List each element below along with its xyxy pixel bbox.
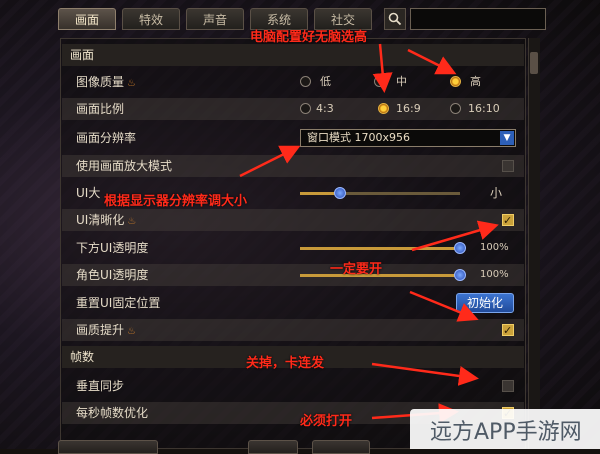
annotation-resolution: 根据显示器分辨率调大小	[104, 194, 248, 209]
arrow-to-ui-sharpen	[411, 220, 499, 252]
annotation-high: 电脑配置好无脑选高	[250, 30, 368, 45]
annotation-turn-off: 关掉，卡连发	[246, 356, 325, 371]
annotation-arrows	[239, 43, 499, 424]
arrow-to-resolution	[239, 145, 301, 178]
arrow-to-quality-boost	[409, 290, 479, 322]
arrow-to-high-quality	[372, 43, 393, 93]
arrow-to-vsync	[371, 362, 479, 386]
annotation-must-enable: 一定要开	[330, 262, 383, 277]
watermark-text: 远方APP手游网	[430, 420, 582, 445]
arrow-to-high-radio	[407, 48, 457, 75]
annotation-must-open: 必须打开	[300, 414, 353, 429]
